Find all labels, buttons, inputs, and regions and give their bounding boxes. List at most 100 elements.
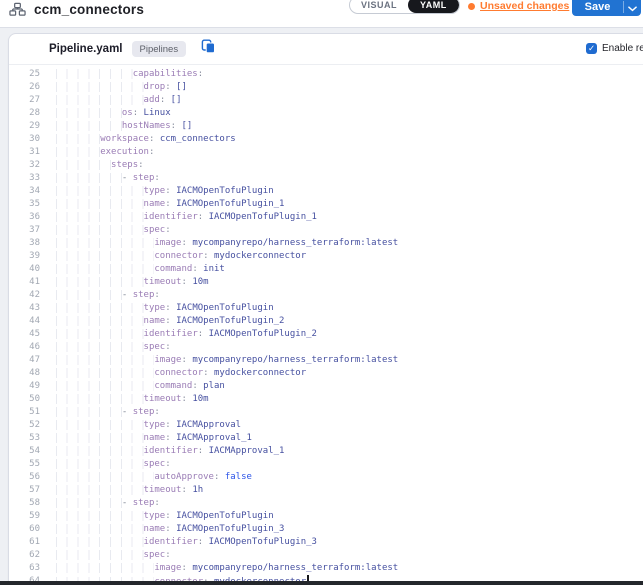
code-line[interactable]: 57 timeout: 1h: [9, 484, 643, 497]
code-line[interactable]: 30 workspace: ccm_connectors: [9, 133, 643, 146]
yaml-colon: :: [198, 212, 203, 222]
line-number: 49: [9, 380, 40, 393]
code-line[interactable]: 51 - step:: [9, 406, 643, 419]
save-button[interactable]: Save: [572, 0, 623, 13]
yaml-code-editor[interactable]: 25 capabilities:26 drop: []27 add: []28 …: [9, 64, 643, 585]
unsaved-changes-link[interactable]: Unsaved changes: [480, 0, 569, 12]
line-number: 47: [9, 354, 40, 367]
code-line[interactable]: 40 command: init: [9, 263, 643, 276]
code-line[interactable]: 41 timeout: 10m: [9, 276, 643, 289]
indent-guides: [46, 147, 100, 157]
code-lines: 25 capabilities:26 drop: []27 add: []28 …: [9, 68, 643, 585]
code-text: type: IACMOpenTofuPlugin: [40, 185, 274, 198]
code-line[interactable]: 47 image: mycompanyrepo/harness_terrafor…: [9, 354, 643, 367]
yaml-colon: :: [165, 199, 170, 209]
code-text: image: mycompanyrepo/harness_terraform:l…: [40, 562, 398, 575]
code-line[interactable]: 39 connector: mydockerconnector: [9, 250, 643, 263]
code-line[interactable]: 46 spec:: [9, 341, 643, 354]
code-line[interactable]: 29 hostNames: []: [9, 120, 643, 133]
code-text: capabilities:: [40, 68, 203, 81]
code-text: type: IACMOpenTofuPlugin: [40, 510, 274, 523]
yaml-value: IACMOpenTofuPlugin_3: [176, 524, 284, 534]
line-number: 46: [9, 341, 40, 354]
code-line[interactable]: 49 command: plan: [9, 380, 643, 393]
code-line[interactable]: 56 autoApprove: false: [9, 471, 643, 484]
yaml-value: IACMOpenTofuPlugin_1: [176, 199, 284, 209]
code-text: - step:: [40, 497, 160, 510]
yaml-colon: :: [181, 277, 186, 287]
copy-button[interactable]: [201, 39, 216, 59]
yaml-colon: :: [154, 407, 159, 417]
code-line[interactable]: 52 type: IACMApproval: [9, 419, 643, 432]
code-line[interactable]: 35 name: IACMOpenTofuPlugin_1: [9, 198, 643, 211]
code-line[interactable]: 27 add: []: [9, 94, 643, 107]
line-number: 40: [9, 263, 40, 276]
code-line[interactable]: 37 spec:: [9, 224, 643, 237]
code-line[interactable]: 54 identifier: IACMApproval_1: [9, 445, 643, 458]
yaml-value: ccm_connectors: [160, 134, 236, 144]
code-line[interactable]: 62 spec:: [9, 549, 643, 562]
code-text: image: mycompanyrepo/harness_terraform:l…: [40, 237, 398, 250]
code-line[interactable]: 45 identifier: IACMOpenTofuPlugin_2: [9, 328, 643, 341]
code-text: os: Linux: [40, 107, 171, 120]
line-number: 27: [9, 94, 40, 107]
yaml-value: IACMOpenTofuPlugin_2: [176, 316, 284, 326]
code-line[interactable]: 26 drop: []: [9, 81, 643, 94]
code-text: name: IACMOpenTofuPlugin_1: [40, 198, 284, 211]
line-number: 32: [9, 159, 40, 172]
enable-read-checkbox[interactable]: ✓: [586, 43, 597, 54]
indent-guides: [46, 446, 144, 456]
code-line[interactable]: 43 type: IACMOpenTofuPlugin: [9, 302, 643, 315]
code-text: name: IACMOpenTofuPlugin_2: [40, 315, 284, 328]
code-line[interactable]: 55 spec:: [9, 458, 643, 471]
line-number: 37: [9, 224, 40, 237]
file-name: Pipeline.yaml: [49, 43, 123, 55]
yaml-value: IACMOpenTofuPlugin: [176, 186, 274, 196]
code-line[interactable]: 53 name: IACMApproval_1: [9, 432, 643, 445]
line-number: 52: [9, 419, 40, 432]
code-line[interactable]: 63 image: mycompanyrepo/harness_terrafor…: [9, 562, 643, 575]
code-line[interactable]: 32 steps:: [9, 159, 643, 172]
yaml-key: connector: [154, 251, 203, 261]
yaml-key: timeout: [144, 485, 182, 495]
save-split-button[interactable]: Save: [572, 0, 641, 16]
line-number: 41: [9, 276, 40, 289]
yaml-key: timeout: [144, 277, 182, 287]
code-line[interactable]: 42 - step:: [9, 289, 643, 302]
code-line[interactable]: 50 timeout: 10m: [9, 393, 643, 406]
indent-guides: [46, 472, 154, 482]
code-line[interactable]: 28 os: Linux: [9, 107, 643, 120]
code-line[interactable]: 60 name: IACMOpenTofuPlugin_3: [9, 523, 643, 536]
code-line[interactable]: 33 - step:: [9, 172, 643, 185]
yaml-colon: :: [198, 329, 203, 339]
line-number: 51: [9, 406, 40, 419]
code-text: identifier: IACMApproval_1: [40, 445, 284, 458]
code-line[interactable]: 48 connector: mydockerconnector: [9, 367, 643, 380]
code-line[interactable]: 34 type: IACMOpenTofuPlugin: [9, 185, 643, 198]
yaml-key: execution: [100, 147, 149, 157]
yaml-key: image: [154, 238, 181, 248]
code-line[interactable]: 61 identifier: IACMOpenTofuPlugin_3: [9, 536, 643, 549]
code-line[interactable]: 25 capabilities:: [9, 68, 643, 81]
indent-guides: [46, 550, 144, 560]
code-line[interactable]: 59 type: IACMOpenTofuPlugin: [9, 510, 643, 523]
code-line[interactable]: 38 image: mycompanyrepo/harness_terrafor…: [9, 237, 643, 250]
toggle-visual[interactable]: VISUAL: [350, 0, 408, 13]
toggle-yaml[interactable]: YAML: [408, 0, 459, 13]
indent-guides: [46, 277, 144, 287]
yaml-colon: :: [198, 69, 203, 79]
indent-guides: [46, 186, 144, 196]
code-line[interactable]: 36 identifier: IACMOpenTofuPlugin_1: [9, 211, 643, 224]
yaml-key: name: [144, 524, 166, 534]
save-options-button[interactable]: [624, 0, 641, 17]
code-text: autoApprove: false: [40, 471, 252, 484]
yaml-key: type: [144, 186, 166, 196]
code-line[interactable]: 58 - step:: [9, 497, 643, 510]
yaml-colon: :: [192, 264, 197, 274]
code-line[interactable]: 44 name: IACMOpenTofuPlugin_2: [9, 315, 643, 328]
yaml-key: identifier: [144, 329, 198, 339]
code-line[interactable]: 31 execution:: [9, 146, 643, 159]
code-text: identifier: IACMOpenTofuPlugin_3: [40, 536, 317, 549]
yaml-colon: :: [181, 394, 186, 404]
yaml-key: step: [133, 173, 155, 183]
